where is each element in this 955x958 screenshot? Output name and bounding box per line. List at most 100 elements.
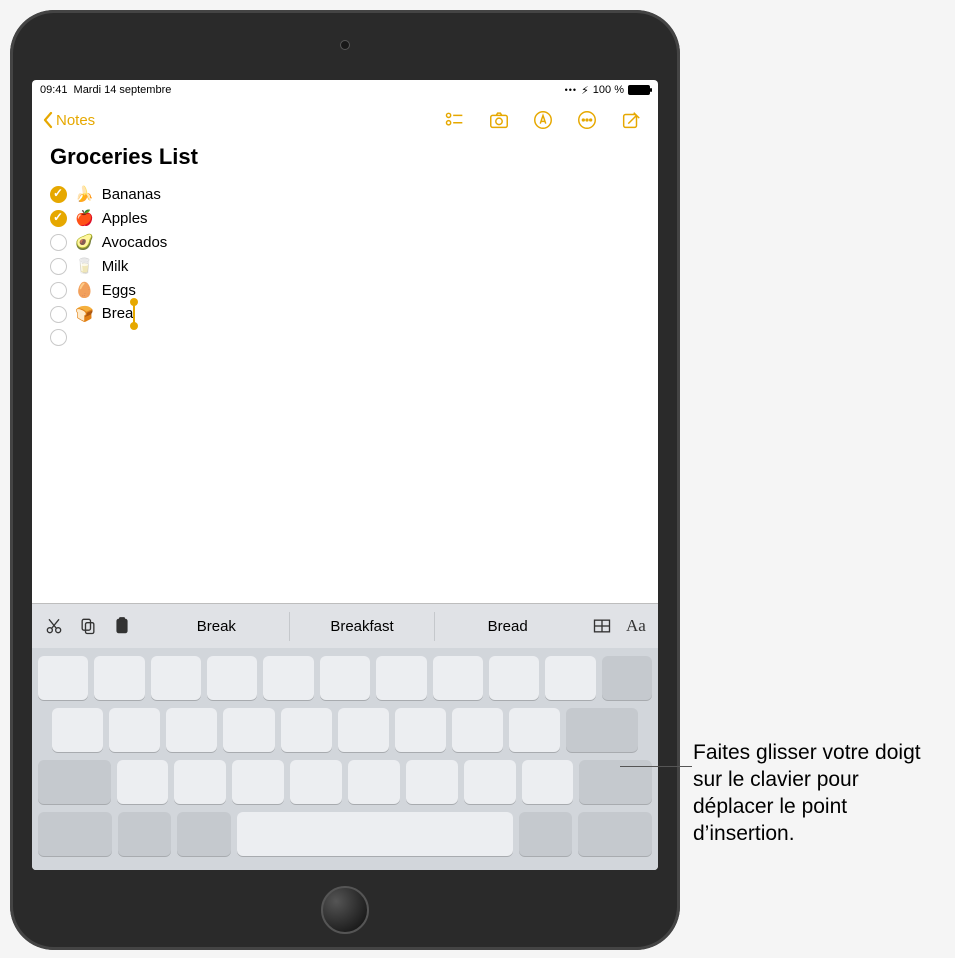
nav-bar: Notes <box>32 100 658 140</box>
battery-icon <box>628 85 650 95</box>
home-button[interactable] <box>321 886 369 934</box>
note-title[interactable]: Groceries List <box>50 144 640 170</box>
check-circle[interactable] <box>50 186 67 203</box>
blank-key[interactable] <box>117 760 169 804</box>
check-circle[interactable] <box>50 306 67 323</box>
blank-key[interactable] <box>348 760 400 804</box>
blank-key[interactable] <box>38 656 88 700</box>
checklist-item[interactable]: 🥚 Eggs <box>50 278 640 302</box>
blank-key[interactable] <box>38 812 112 856</box>
keyboard-area: Break Breakfast Bread Aa <box>32 603 658 870</box>
checklist-item[interactable]: 🍎 Apples <box>50 206 640 230</box>
checklist-item[interactable]: 🥑 Avocados <box>50 230 640 254</box>
item-text[interactable]: Bananas <box>102 186 161 203</box>
compose-icon[interactable] <box>620 109 642 131</box>
kb-row-4 <box>38 812 652 856</box>
item-emoji: 🍎 <box>75 209 94 227</box>
annotation-text: Faites glisser votre doigt sur le clavie… <box>693 740 943 848</box>
status-date: Mardi 14 septembre <box>74 84 172 96</box>
back-button[interactable]: Notes <box>42 111 95 129</box>
cut-icon[interactable] <box>44 616 64 636</box>
checklist-item[interactable]: 🍞 Brea <box>50 302 640 326</box>
blank-key[interactable] <box>263 656 313 700</box>
item-text[interactable]: Milk <box>102 258 129 275</box>
blank-key[interactable] <box>338 708 389 752</box>
blank-key[interactable] <box>177 812 230 856</box>
prediction-3[interactable]: Bread <box>434 612 580 641</box>
checklist-item[interactable]: 🍌 Bananas <box>50 182 640 206</box>
blank-key[interactable] <box>52 708 103 752</box>
predictive-suggestions: Break Breakfast Bread <box>144 612 580 641</box>
blank-key[interactable] <box>522 760 574 804</box>
item-emoji: 🥑 <box>75 233 94 251</box>
check-circle[interactable] <box>50 210 67 227</box>
kb-row-3 <box>38 760 652 804</box>
blank-key[interactable] <box>320 656 370 700</box>
prediction-1[interactable]: Break <box>144 612 289 641</box>
item-text[interactable]: Avocados <box>102 234 168 251</box>
camera-icon[interactable] <box>488 109 510 131</box>
blank-key[interactable] <box>94 656 144 700</box>
markup-icon[interactable] <box>532 109 554 131</box>
battery-percent: 100 % <box>593 84 624 96</box>
checklist[interactable]: 🍌 Bananas 🍎 Apples 🥑 Avocados 🥛 Milk 🥚 Eggs 🍞 Brea <box>50 182 640 349</box>
blank-key[interactable] <box>376 656 426 700</box>
app-switcher-dots: ••• <box>565 85 577 95</box>
predictive-left-tools <box>32 616 144 636</box>
blank-key[interactable] <box>545 656 595 700</box>
predictive-bar: Break Breakfast Bread Aa <box>32 604 658 648</box>
blank-key[interactable] <box>223 708 274 752</box>
copy-icon[interactable] <box>78 616 98 636</box>
annotation-leader-line <box>620 766 692 767</box>
text-format-icon[interactable]: Aa <box>626 616 646 636</box>
blank-key[interactable] <box>566 708 638 752</box>
check-circle[interactable] <box>50 258 67 275</box>
item-emoji: 🍞 <box>75 305 94 323</box>
blank-key[interactable] <box>519 812 572 856</box>
blank-key[interactable] <box>464 760 516 804</box>
blank-key[interactable] <box>207 656 257 700</box>
item-emoji: 🍌 <box>75 185 94 203</box>
item-emoji: 🥚 <box>75 281 94 299</box>
item-emoji: 🥛 <box>75 257 94 275</box>
blank-key[interactable] <box>38 760 111 804</box>
item-text[interactable]: Brea <box>102 305 134 323</box>
charging-icon: ⚡︎ <box>581 84 589 97</box>
checklist-icon[interactable] <box>444 109 466 131</box>
blank-key[interactable] <box>109 708 160 752</box>
blank-key[interactable] <box>602 656 652 700</box>
table-icon[interactable] <box>592 616 612 636</box>
more-icon[interactable] <box>576 109 598 131</box>
check-circle[interactable] <box>50 234 67 251</box>
checklist-item[interactable] <box>50 326 640 349</box>
status-bar: 09:41 Mardi 14 septembre ••• ⚡︎ 100 % <box>32 80 658 100</box>
keyboard-trackpad-mode[interactable] <box>32 648 658 870</box>
item-text[interactable]: Apples <box>102 210 148 227</box>
spacebar-key[interactable] <box>237 812 513 856</box>
note-body[interactable]: Groceries List 🍌 Bananas 🍎 Apples 🥑 Avocados 🥛… <box>32 140 658 603</box>
checklist-item[interactable]: 🥛 Milk <box>50 254 640 278</box>
paste-icon[interactable] <box>112 616 132 636</box>
blank-key[interactable] <box>290 760 342 804</box>
blank-key[interactable] <box>406 760 458 804</box>
status-time: 09:41 <box>40 84 68 96</box>
blank-key[interactable] <box>452 708 503 752</box>
blank-key[interactable] <box>118 812 171 856</box>
item-text[interactable]: Eggs <box>102 282 136 299</box>
blank-key[interactable] <box>578 812 652 856</box>
front-camera <box>340 40 350 50</box>
prediction-2[interactable]: Breakfast <box>289 612 435 641</box>
blank-key[interactable] <box>281 708 332 752</box>
back-label: Notes <box>56 112 95 129</box>
blank-key[interactable] <box>433 656 483 700</box>
status-right: ••• ⚡︎ 100 % <box>565 84 650 97</box>
check-circle[interactable] <box>50 329 67 346</box>
blank-key[interactable] <box>489 656 539 700</box>
blank-key[interactable] <box>509 708 560 752</box>
blank-key[interactable] <box>232 760 284 804</box>
blank-key[interactable] <box>395 708 446 752</box>
check-circle[interactable] <box>50 282 67 299</box>
blank-key[interactable] <box>166 708 217 752</box>
blank-key[interactable] <box>174 760 226 804</box>
blank-key[interactable] <box>151 656 201 700</box>
